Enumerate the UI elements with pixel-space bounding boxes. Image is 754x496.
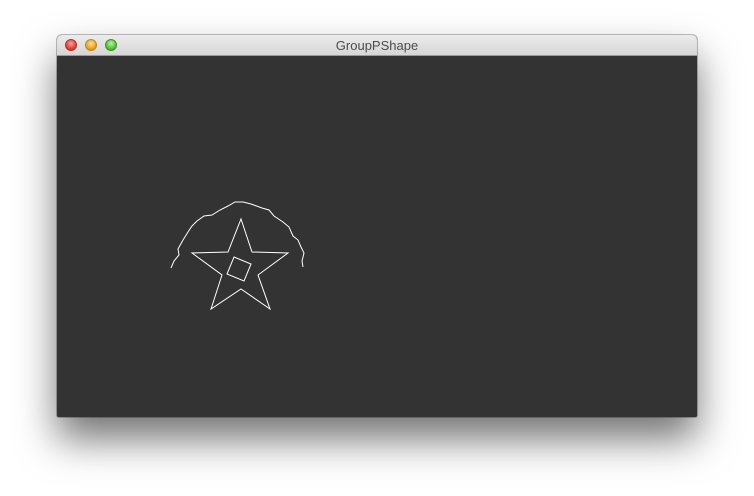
star-shape [190, 217, 290, 311]
window-title: GroupPShape [335, 38, 419, 53]
square-shape [226, 256, 252, 282]
title-bar[interactable]: GroupPShape [57, 35, 697, 56]
sketch-canvas[interactable] [57, 56, 697, 417]
sketch-drawing [170, 201, 305, 311]
app-window: GroupPShape [57, 35, 697, 417]
